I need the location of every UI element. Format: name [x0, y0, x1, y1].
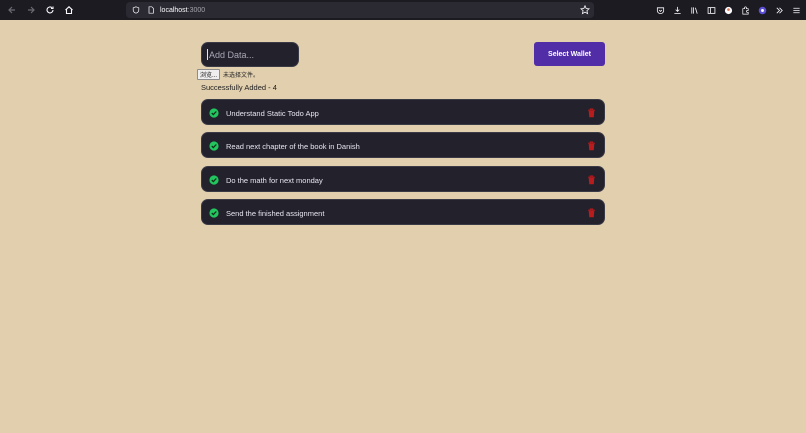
- url-port: :3000: [187, 6, 206, 14]
- todo-item: Do the math for next monday: [201, 165, 605, 192]
- home-icon[interactable]: [62, 3, 76, 17]
- todo-item: Understand Static Todo App: [201, 99, 605, 125]
- url-bar[interactable]: localhost:3000: [126, 2, 594, 18]
- sidebar-icon[interactable]: [706, 5, 717, 16]
- menu-icon[interactable]: [791, 5, 802, 16]
- todo-text: Read next chapter of the book in Danish: [226, 142, 360, 152]
- trash-icon[interactable]: [587, 208, 596, 218]
- download-icon[interactable]: [672, 5, 683, 16]
- check-circle-icon[interactable]: [209, 174, 219, 185]
- check-circle-icon[interactable]: [209, 208, 219, 218]
- file-upload: 浏览... 未选择文件。: [197, 68, 260, 80]
- forward-icon[interactable]: [24, 3, 38, 17]
- library-icon[interactable]: [689, 5, 700, 16]
- trash-icon[interactable]: [587, 175, 596, 185]
- trash-icon[interactable]: [587, 141, 596, 151]
- bookmark-star-icon[interactable]: [580, 5, 590, 15]
- todo-item: Read next chapter of the book in Danish: [201, 132, 605, 159]
- shield-icon: [131, 5, 141, 15]
- add-data-input[interactable]: [201, 42, 299, 67]
- account-icon[interactable]: [723, 5, 734, 16]
- pocket-icon[interactable]: [655, 5, 666, 16]
- todo-text: Send the finished assignment: [226, 208, 325, 218]
- text-caret: [207, 49, 208, 60]
- todo-list: Understand Static Todo App Read next cha…: [201, 99, 605, 232]
- reload-icon[interactable]: [43, 3, 57, 17]
- todo-text: Do the math for next monday: [226, 175, 323, 185]
- file-browse-button[interactable]: 浏览...: [197, 68, 221, 80]
- success-message: Successfully Added - 4: [201, 83, 277, 92]
- extensions-icon[interactable]: [740, 5, 751, 16]
- check-circle-icon[interactable]: [209, 141, 219, 151]
- browser-toolbar: localhost:3000: [0, 0, 806, 20]
- url-host: localhost: [160, 6, 188, 14]
- todo-item: Send the finished assignment: [201, 198, 605, 225]
- back-icon[interactable]: [5, 3, 19, 17]
- extension-avatar-icon[interactable]: [757, 5, 768, 16]
- file-status-text: 未选择文件。: [223, 72, 260, 79]
- trash-icon[interactable]: [587, 108, 596, 118]
- url-text: localhost:3000: [160, 7, 205, 14]
- page-icon: [146, 5, 156, 15]
- toolbar-icons: [649, 3, 802, 17]
- overflow-chevron-icon[interactable]: [774, 5, 785, 16]
- todo-text: Understand Static Todo App: [226, 109, 319, 118]
- check-circle-icon[interactable]: [209, 108, 219, 118]
- select-wallet-button[interactable]: Select Wallet: [534, 42, 605, 66]
